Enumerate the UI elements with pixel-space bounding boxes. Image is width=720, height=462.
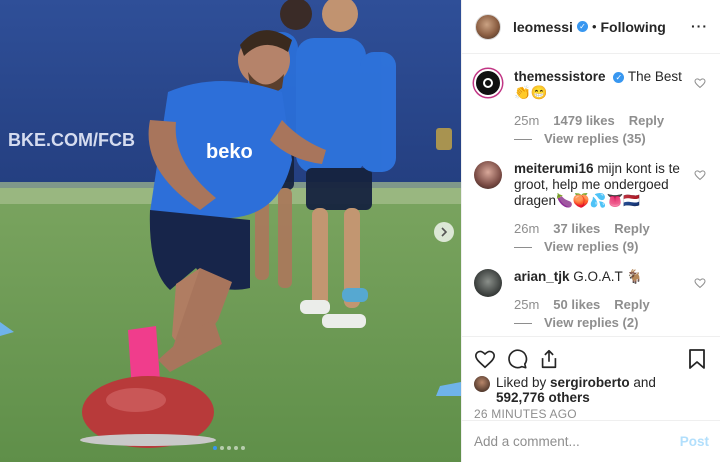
more-options-icon[interactable]: ···: [691, 18, 708, 34]
following-button[interactable]: Following: [601, 19, 666, 35]
reply-button[interactable]: Reply: [614, 297, 649, 313]
comment-time[interactable]: 25m: [514, 113, 539, 129]
comment-emoji: 👏😁: [514, 85, 548, 100]
liked-by-summary: Liked by sergiroberto and 592,776 others: [474, 375, 709, 405]
view-replies-button[interactable]: View replies (35): [514, 131, 692, 147]
training-photo-illustration: BKE.COM/FCB beko: [0, 0, 461, 462]
author-avatar[interactable]: [475, 13, 501, 40]
liked-by-and: and: [629, 375, 656, 390]
heart-icon[interactable]: [474, 348, 496, 370]
author-username[interactable]: leomessi: [513, 19, 573, 35]
banner-text: BKE.COM/FCB: [8, 130, 135, 150]
comment-username[interactable]: themessistore: [514, 69, 606, 84]
carousel-dot: [241, 446, 245, 450]
post-timestamp[interactable]: 26 MINUTES AGO: [474, 407, 709, 421]
carousel-dot: [234, 446, 238, 450]
commenter-avatar[interactable]: [474, 161, 502, 189]
reply-button[interactable]: Reply: [614, 221, 649, 237]
post-comment-button[interactable]: Post: [680, 434, 709, 449]
likes-count[interactable]: 592,776 others: [496, 390, 590, 405]
comment-username[interactable]: meiterumi16: [514, 161, 594, 176]
heart-icon[interactable]: [694, 277, 706, 289]
comment-item: themessistore ✓ The Best 👏😁 25m 1479 lik…: [474, 69, 708, 147]
chevron-right-icon: [441, 227, 448, 237]
post-sidebar: leomessi ✓ • Following ··· themessistore…: [461, 0, 720, 462]
next-photo-button[interactable]: [434, 222, 454, 242]
verified-badge-icon: ✓: [613, 72, 625, 83]
commenter-avatar[interactable]: [474, 69, 502, 97]
liker-avatar[interactable]: [474, 376, 490, 392]
add-comment-input[interactable]: [474, 434, 680, 449]
carousel-indicator: [213, 446, 245, 450]
shirt-sponsor: beko: [206, 141, 253, 163]
carousel-dot: [213, 446, 217, 450]
view-replies-button[interactable]: View replies (9): [514, 239, 692, 255]
liker-username[interactable]: sergiroberto: [550, 375, 630, 390]
header-separator: •: [591, 19, 597, 34]
post-photo[interactable]: BKE.COM/FCB beko: [0, 0, 461, 462]
carousel-dot: [227, 446, 231, 450]
commenter-avatar[interactable]: [474, 269, 502, 297]
bookmark-icon[interactable]: [687, 348, 707, 370]
comment-time[interactable]: 25m: [514, 297, 539, 313]
comment-username[interactable]: arian_tjk: [514, 269, 570, 284]
verified-badge-icon: ✓: [576, 21, 588, 32]
post-actions: Liked by sergiroberto and 592,776 others…: [462, 336, 720, 421]
comment-item: meiterumi16 mijn kont is te groot, help …: [474, 161, 708, 255]
comment-text: G.O.A.T 🐐: [573, 269, 644, 284]
heart-icon[interactable]: [694, 77, 706, 89]
comment-likes[interactable]: 50 likes: [553, 297, 600, 313]
comment-likes[interactable]: 1479 likes: [553, 113, 614, 129]
heart-icon[interactable]: [694, 169, 706, 181]
comment-item: arian_tjk G.O.A.T 🐐 25m 50 likes Reply V…: [474, 269, 708, 331]
reply-button[interactable]: Reply: [629, 113, 664, 129]
comment-text: The Best: [627, 69, 682, 84]
comment-likes[interactable]: 37 likes: [553, 221, 600, 237]
post-header: leomessi ✓ • Following ···: [462, 0, 720, 54]
view-replies-button[interactable]: View replies (2): [514, 315, 692, 331]
comments-list[interactable]: themessistore ✓ The Best 👏😁 25m 1479 lik…: [462, 55, 720, 335]
carousel-dot: [220, 446, 224, 450]
comment-time[interactable]: 26m: [514, 221, 539, 237]
share-icon[interactable]: [538, 348, 560, 370]
comment-icon[interactable]: [506, 348, 528, 370]
instagram-post: BKE.COM/FCB beko leomessi ✓ • Following …: [0, 0, 720, 462]
add-comment-bar: Post: [462, 420, 720, 462]
liked-by-prefix: Liked by: [496, 375, 551, 390]
